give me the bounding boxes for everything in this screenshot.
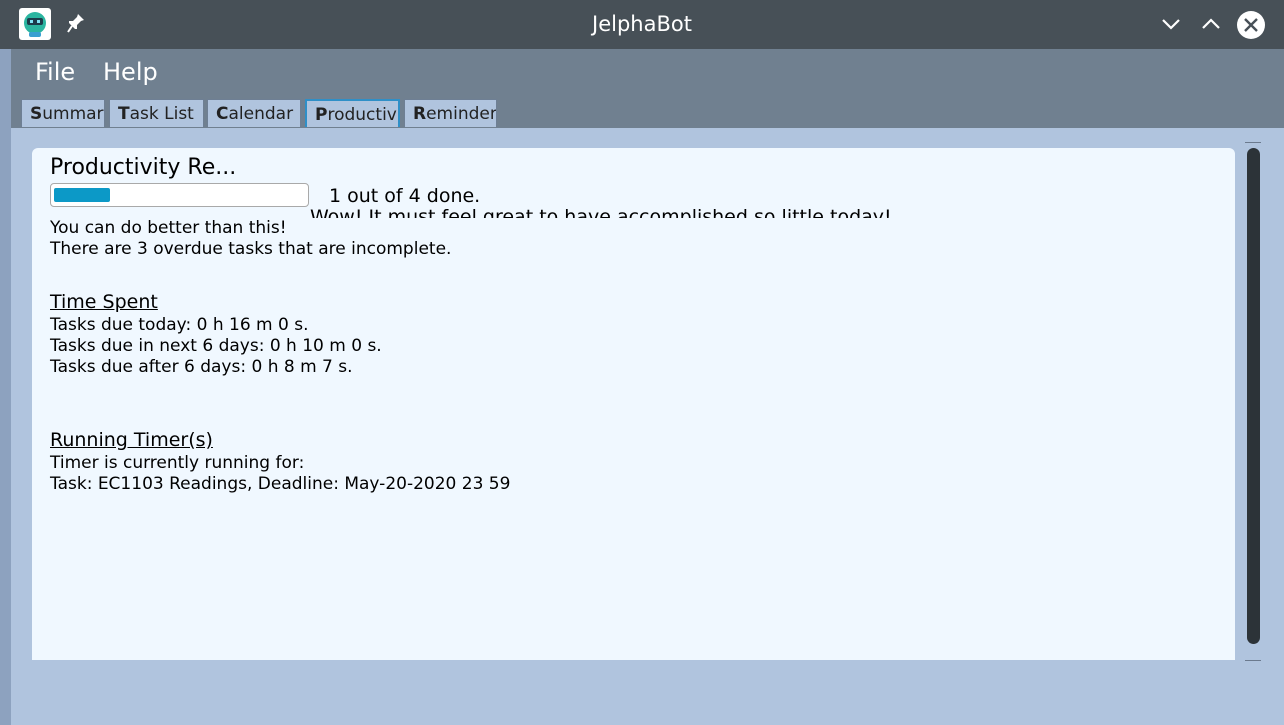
tab-summary[interactable]: Summary	[21, 99, 105, 127]
scrollbar-bottom-edge	[1245, 660, 1261, 661]
tab-productivity[interactable]: Productivi	[305, 99, 400, 127]
productivity-title: Productivity Re...	[50, 155, 237, 180]
tab-reminder-mnemonic: R	[413, 104, 427, 124]
tab-calendar-mnemonic: C	[216, 104, 229, 124]
menu-bar: File Help	[11, 49, 1284, 98]
chevron-up-icon	[1202, 18, 1220, 29]
timer-task-text: Task: EC1103 Readings, Deadline: May-20-…	[50, 474, 511, 494]
tab-task-list-mnemonic: T	[118, 104, 130, 124]
productivity-comment-clip: Wow! It must feel great to have accompli…	[310, 206, 910, 218]
progress-bar-fill	[54, 188, 110, 202]
window-title: JelphaBot	[592, 12, 692, 36]
time-due-after-6-days: Tasks due after 6 days: 0 h 8 m 7 s.	[50, 357, 353, 377]
tab-task-list-label: ask List	[129, 104, 194, 124]
productivity-comment: Wow! It must feel great to have accompli…	[310, 206, 892, 218]
close-button[interactable]	[1237, 11, 1265, 39]
tab-summary-mnemonic: S	[30, 104, 43, 124]
timer-status-text: Timer is currently running for:	[50, 453, 305, 473]
progress-bar	[50, 183, 309, 207]
tab-productivity-label: roductivi	[327, 105, 400, 125]
time-due-today: Tasks due today: 0 h 16 m 0 s.	[50, 315, 309, 335]
time-spent-heading: Time Spent	[50, 291, 158, 313]
vertical-scrollbar[interactable]	[1247, 148, 1260, 644]
window-left-edge	[0, 49, 11, 725]
tab-summary-label: ummary	[42, 104, 104, 124]
tab-task-list[interactable]: Task List	[109, 99, 204, 127]
overdue-text: There are 3 overdue tasks that are incom…	[50, 239, 452, 259]
window-titlebar: JelphaBot	[0, 0, 1284, 49]
tab-calendar[interactable]: Calendar	[207, 99, 301, 127]
maximize-button[interactable]	[1199, 12, 1223, 36]
time-due-next-6-days: Tasks due in next 6 days: 0 h 10 m 0 s.	[50, 336, 382, 356]
tab-productivity-mnemonic: P	[315, 105, 328, 125]
encouragement-text: You can do better than this!	[50, 218, 287, 238]
close-icon	[1244, 18, 1258, 32]
tab-reminder[interactable]: Reminder	[404, 99, 497, 127]
running-timers-heading: Running Timer(s)	[50, 429, 213, 451]
tab-bar: Summary Task List Calendar Productivi Re…	[11, 98, 1284, 128]
menu-help[interactable]: Help	[103, 49, 158, 95]
chevron-down-icon	[1162, 19, 1180, 30]
tab-reminder-label: eminder	[426, 104, 497, 124]
scrollbar-top-edge	[1245, 142, 1261, 143]
tab-calendar-label: alendar	[228, 104, 294, 124]
minimize-button[interactable]	[1159, 12, 1183, 36]
menu-file[interactable]: File	[35, 49, 75, 95]
progress-label: 1 out of 4 done.	[329, 185, 481, 207]
